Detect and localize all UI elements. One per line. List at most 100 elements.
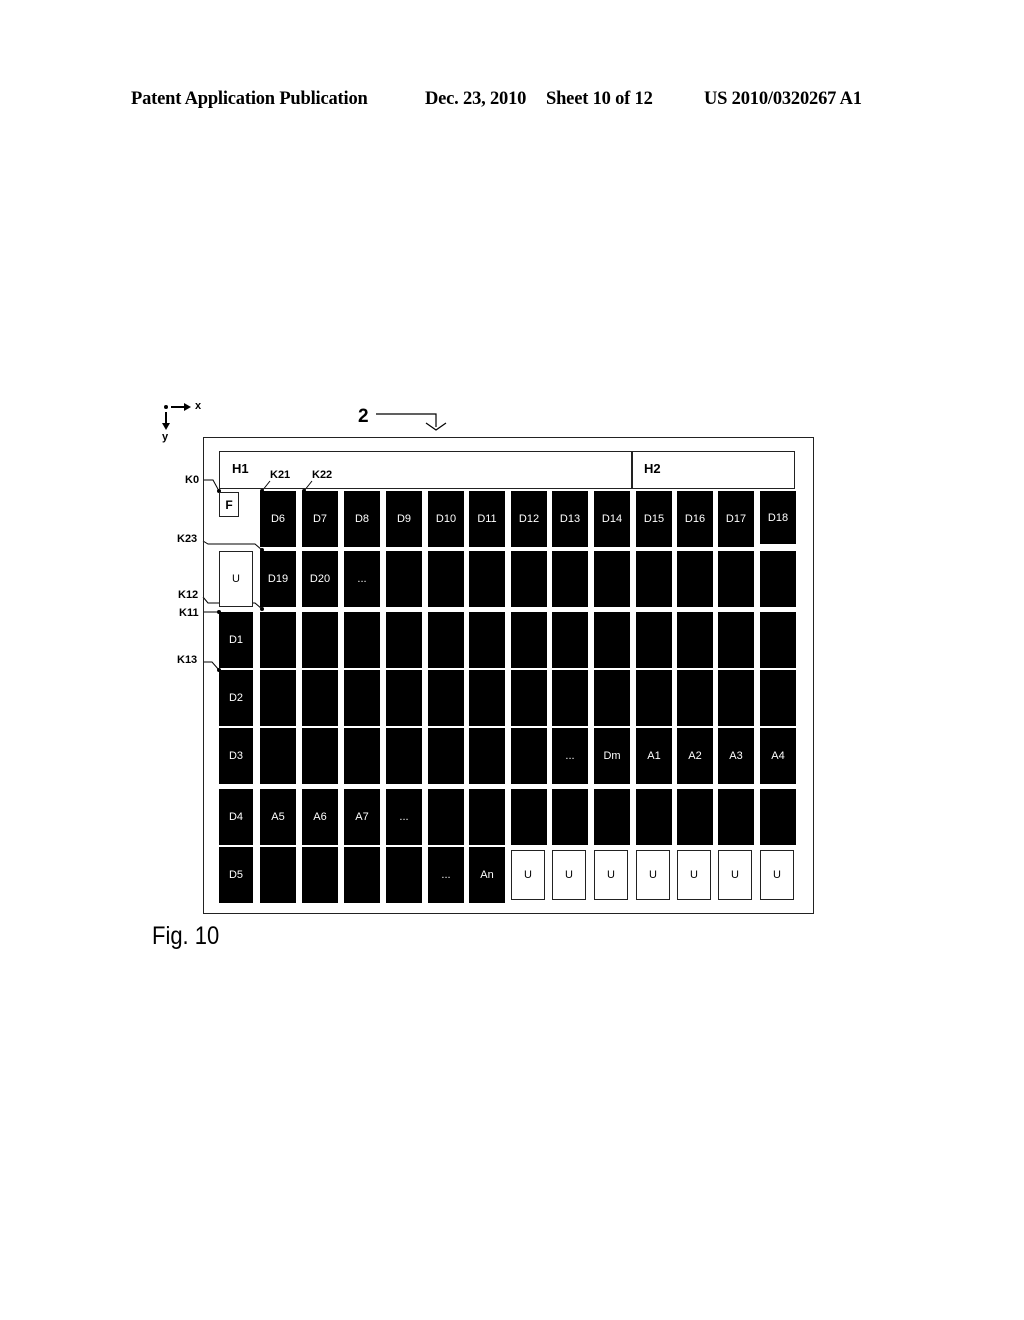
grid-cell xyxy=(636,612,672,668)
grid-cell-first-r0: F xyxy=(219,492,239,517)
x-axis-label: x xyxy=(195,400,202,412)
grid-cell xyxy=(428,670,464,726)
grid-cell xyxy=(344,670,380,726)
grid-cell xyxy=(344,847,380,903)
header-field-h1-label: H1 xyxy=(232,461,249,476)
grid-cell xyxy=(677,670,713,726)
grid-cell: A3 xyxy=(718,728,754,784)
grid-cell xyxy=(677,551,713,607)
grid-cell xyxy=(260,847,296,903)
ref-k23: K23 xyxy=(177,533,198,545)
grid-cell-first-r4: D3 xyxy=(219,728,253,784)
grid-cell: D7 xyxy=(302,491,338,547)
ref-k13: K13 xyxy=(177,654,198,666)
grid-cell xyxy=(260,612,296,668)
grid-cell xyxy=(636,670,672,726)
grid-cell xyxy=(718,789,754,845)
grid-cell xyxy=(594,551,630,607)
grid-cell xyxy=(511,728,547,784)
grid-cell xyxy=(511,670,547,726)
grid-cell: D13 xyxy=(552,491,588,547)
header-field-h2: H2 xyxy=(631,451,795,489)
grid-cell: A2 xyxy=(677,728,713,784)
grid-cell xyxy=(552,789,588,845)
grid-cell: An xyxy=(469,847,505,903)
grid-cell: D20 xyxy=(302,551,338,607)
grid-cell xyxy=(260,728,296,784)
grid-cell xyxy=(594,612,630,668)
grid-cell xyxy=(552,551,588,607)
grid-cell xyxy=(469,551,505,607)
grid-cell: D8 xyxy=(344,491,380,547)
grid-cell-first-r5: D4 xyxy=(219,789,253,845)
grid-cell: D17 xyxy=(718,491,754,547)
grid-cell-unused: U xyxy=(760,850,794,900)
ref-k11: K11 xyxy=(179,607,199,619)
grid-cell xyxy=(677,789,713,845)
grid-cell xyxy=(428,728,464,784)
grid-cell xyxy=(386,612,422,668)
grid-cell xyxy=(469,728,505,784)
grid-cell xyxy=(552,612,588,668)
grid-cell: D10 xyxy=(428,491,464,547)
grid-cell xyxy=(760,612,796,668)
grid-cell xyxy=(428,551,464,607)
grid-cell-unused: U xyxy=(718,850,752,900)
grid-cell: Dm xyxy=(594,728,630,784)
grid-cell xyxy=(511,789,547,845)
grid-cell-unused: U xyxy=(552,850,586,900)
header-field-h2-label: H2 xyxy=(644,461,661,476)
grid-cell xyxy=(718,612,754,668)
grid-cell xyxy=(428,789,464,845)
grid-cell xyxy=(469,789,505,845)
grid-cell xyxy=(552,670,588,726)
grid-cell xyxy=(386,670,422,726)
grid-cell xyxy=(260,670,296,726)
grid-cell xyxy=(636,789,672,845)
grid-cell xyxy=(718,670,754,726)
grid-cell: A4 xyxy=(760,728,796,784)
grid-cell xyxy=(511,551,547,607)
grid-cell: D16 xyxy=(677,491,713,547)
grid-cell: A1 xyxy=(636,728,672,784)
grid-cell xyxy=(594,789,630,845)
grid-cell: A6 xyxy=(302,789,338,845)
grid-cell: D6 xyxy=(260,491,296,547)
grid-cell-unused: U xyxy=(511,850,545,900)
grid-cell xyxy=(302,728,338,784)
grid-cell-first-r6: D5 xyxy=(219,847,253,903)
grid-cell-unused: U xyxy=(636,850,670,900)
grid-cell-first-r1: U xyxy=(219,551,253,607)
grid-cell: ... xyxy=(428,847,464,903)
figure-caption: Fig. 10 xyxy=(152,922,220,950)
grid-cell xyxy=(344,728,380,784)
grid-cell xyxy=(594,670,630,726)
ref-k22: K22 xyxy=(312,469,333,481)
ref-k21: K21 xyxy=(270,469,291,481)
y-axis-label: y xyxy=(162,431,169,443)
grid-cell xyxy=(511,612,547,668)
figure-reference-numeral: 2 xyxy=(358,406,369,427)
grid-cell: D11 xyxy=(469,491,505,547)
grid-cell: D18 xyxy=(760,491,796,544)
axis-arrows-icon xyxy=(162,403,191,430)
grid-cell: D14 xyxy=(594,491,630,547)
grid-cell xyxy=(386,847,422,903)
grid-cell: D9 xyxy=(386,491,422,547)
ref-k0: K0 xyxy=(185,474,200,486)
grid-cell: ... xyxy=(386,789,422,845)
grid-cell xyxy=(469,670,505,726)
grid-cell xyxy=(428,612,464,668)
grid-cell xyxy=(302,612,338,668)
grid-cell: A7 xyxy=(344,789,380,845)
grid-cell: D12 xyxy=(511,491,547,547)
grid-cell xyxy=(718,551,754,607)
grid-cell: A5 xyxy=(260,789,296,845)
grid-cell-unused: U xyxy=(594,850,628,900)
grid-cell: ... xyxy=(344,551,380,607)
grid-cell xyxy=(760,551,796,607)
grid-cell xyxy=(386,551,422,607)
grid-cell xyxy=(760,670,796,726)
grid-cell-first-r2: D1 xyxy=(219,612,253,668)
grid-cell xyxy=(469,612,505,668)
